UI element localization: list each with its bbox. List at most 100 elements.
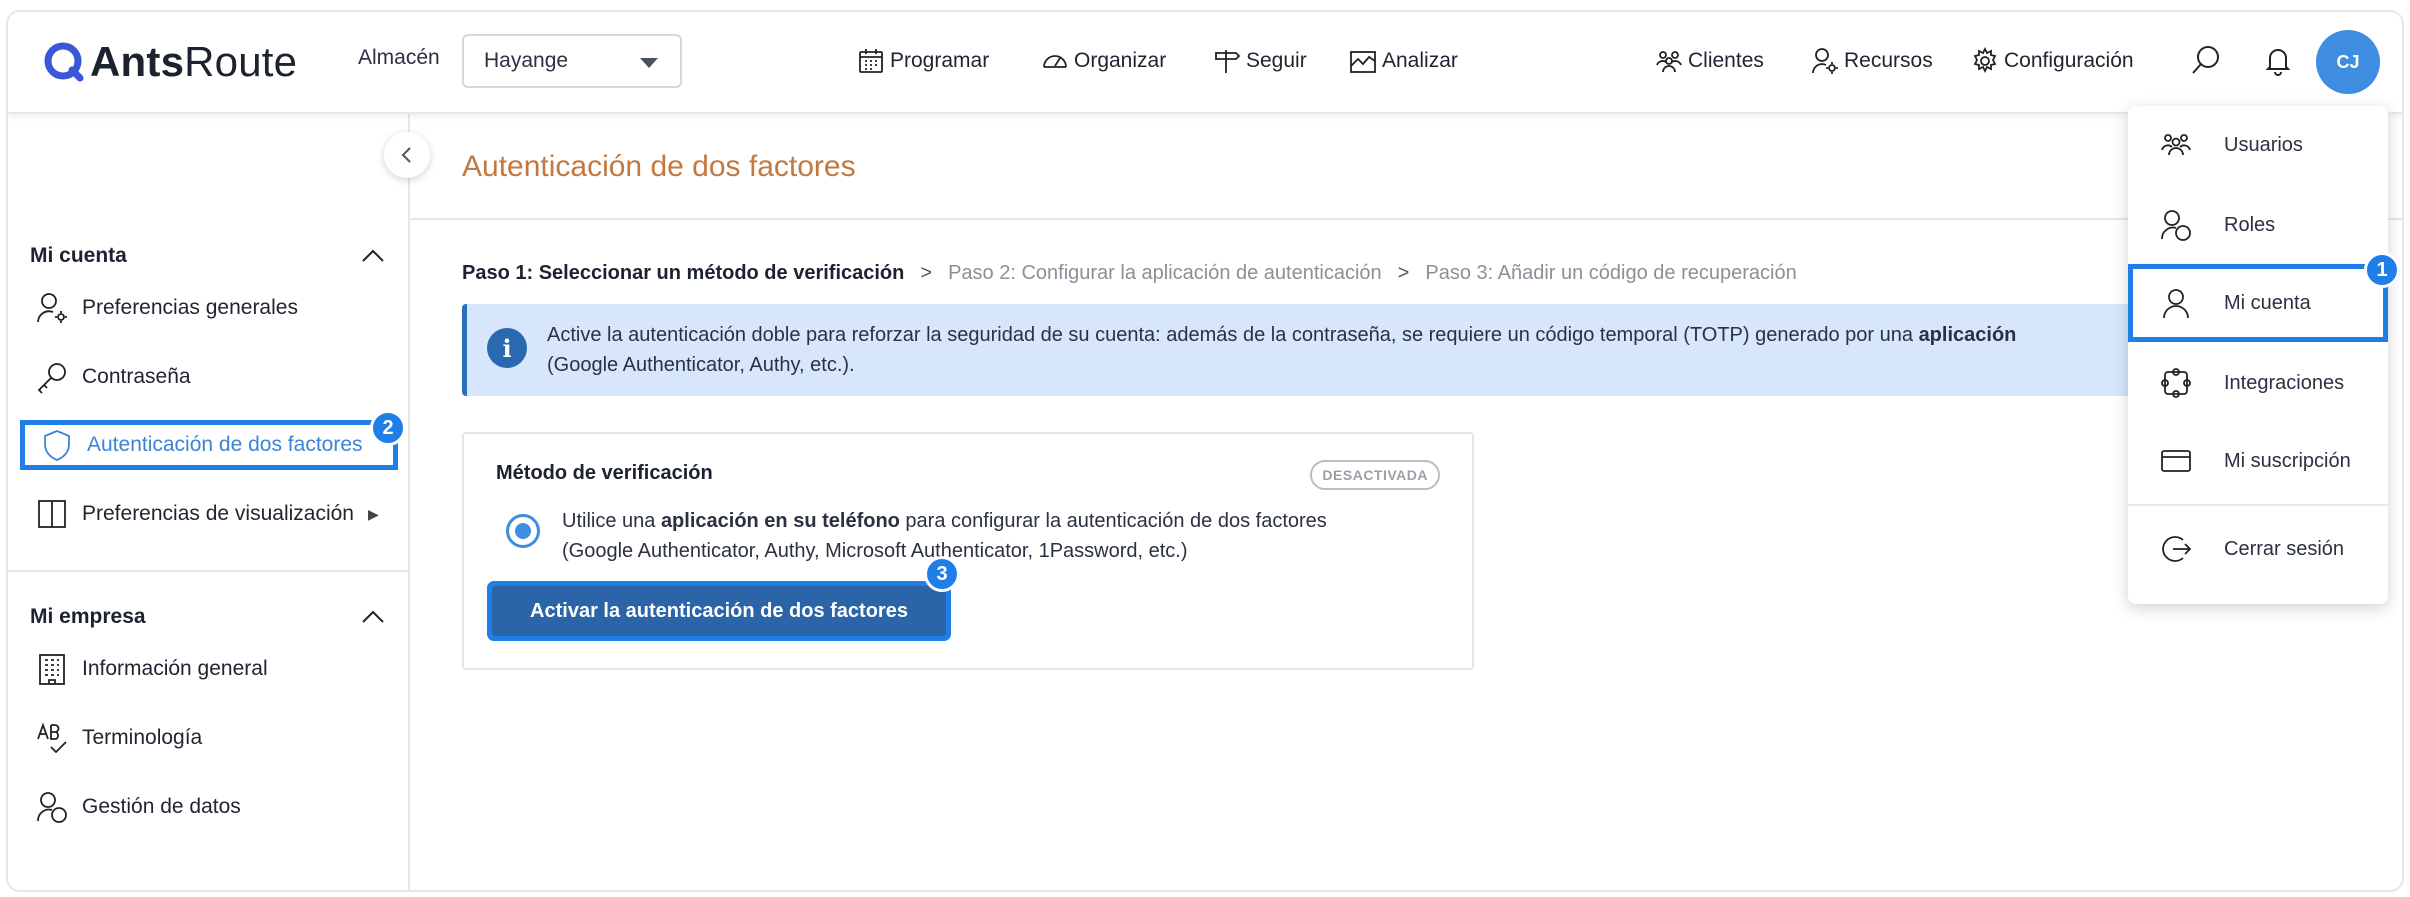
nav-label: Recursos: [1844, 49, 1933, 72]
user-icon: [2156, 283, 2196, 323]
antsroute-logo-icon: [44, 42, 84, 82]
sidebar-item-autenticacion[interactable]: Autenticación de dos factores: [20, 420, 398, 470]
nav-label: Clientes: [1688, 49, 1764, 72]
app-method-radio[interactable]: [506, 514, 540, 548]
menu-item-cerrar-sesion[interactable]: Cerrar sesión: [2128, 510, 2388, 588]
step-3: Paso 3: Añadir un código de recuperación: [1425, 262, 1797, 284]
chevron-down-icon: [640, 58, 658, 68]
chart-icon: [1350, 51, 1376, 73]
breadcrumb-separator: >: [920, 262, 933, 284]
clients-icon: [1656, 51, 1682, 73]
sidebar-item-contrasena[interactable]: Contraseña: [34, 353, 191, 401]
collapse-sidebar-button[interactable]: [384, 132, 430, 178]
sidebar-item-gestion-datos[interactable]: Gestión de datos: [34, 783, 241, 831]
step-badge-1: 1: [2364, 252, 2400, 288]
activate-2fa-button[interactable]: Activar la autenticación de dos factores: [487, 581, 951, 641]
gauge-icon: [1043, 55, 1067, 68]
nav-label: Analizar: [1382, 49, 1458, 72]
chevron-up-icon: [362, 610, 384, 623]
nav-label: Organizar: [1074, 49, 1167, 72]
nav-label: Programar: [890, 49, 990, 72]
nav-configuracion[interactable]: Configuración: [1970, 38, 2134, 84]
user-gear-icon: [1812, 48, 1838, 74]
shield-icon: [39, 427, 75, 463]
store-select[interactable]: Hayange: [462, 34, 682, 88]
nav-programar[interactable]: Programar: [856, 38, 989, 84]
menu-item-integraciones[interactable]: Integraciones: [2128, 344, 2388, 422]
menu-item-label: Cerrar sesión: [2224, 537, 2345, 560]
sidebar-item-label: Preferencias de visualización: [82, 502, 354, 525]
nav-seguir[interactable]: Seguir: [1212, 38, 1307, 84]
step-2: Paso 2: Configurar la aplicación de aute…: [948, 262, 1382, 284]
app-method-label: Utilice una aplicación en su teléfono pa…: [562, 510, 1327, 562]
sidebar-item-informacion-general[interactable]: Información general: [34, 645, 268, 693]
building-icon: [34, 651, 70, 687]
menu-item-label: Mi cuenta: [2224, 291, 2311, 314]
sidebar-item-preferencias-visualizacion[interactable]: Preferencias de visualización ▶: [34, 490, 379, 538]
integrations-icon: [2156, 363, 2196, 403]
step-badge-3: 3: [924, 556, 960, 592]
sidebar-item-label: Preferencias generales: [82, 296, 298, 319]
app-window: AntsRoute Almacén Hayange Programar Orga…: [6, 10, 2404, 892]
sidebar-item-label: Autenticación de dos factores: [87, 433, 363, 456]
caret-right-icon: ▶: [367, 505, 379, 522]
menu-item-roles[interactable]: Roles: [2128, 186, 2388, 264]
section-title: Mi empresa: [30, 605, 146, 628]
nav-clientes[interactable]: Clientes: [1654, 38, 1764, 84]
nav-analizar[interactable]: Analizar: [1348, 38, 1458, 84]
menu-item-usuarios[interactable]: Usuarios: [2128, 106, 2388, 184]
page-title: Autenticación de dos factores: [462, 150, 856, 183]
sidebar-item-label: Terminología: [82, 726, 203, 749]
verification-method-card: Método de verificación DESACTIVADA Utili…: [462, 432, 1474, 670]
key-icon: [34, 359, 70, 395]
sidebar-item-terminologia[interactable]: Terminología: [34, 714, 202, 762]
brand-name: AntsRoute: [90, 38, 298, 85]
store-label: Almacén: [358, 46, 440, 69]
sidebar-item-preferencias-generales[interactable]: Preferencias generales: [34, 284, 298, 332]
nav-label: Seguir: [1246, 49, 1307, 72]
chevron-up-icon: [362, 249, 384, 262]
card-icon: [2156, 441, 2196, 481]
columns-icon: [34, 496, 70, 532]
breadcrumb-separator: >: [1397, 262, 1410, 284]
sidebar-item-label: Información general: [82, 657, 268, 680]
section-mi-cuenta[interactable]: Mi cuenta: [30, 236, 386, 276]
step-badge-2: 2: [370, 410, 406, 446]
search-icon: [2192, 46, 2219, 74]
avatar[interactable]: CJ: [2316, 30, 2380, 94]
nav-recursos[interactable]: Recursos: [1810, 38, 1933, 84]
info-icon: i: [487, 328, 527, 368]
info-banner: i Active la autenticación doble para ref…: [462, 304, 2262, 396]
notifications-button[interactable]: [2258, 40, 2298, 80]
menu-item-label: Usuarios: [2224, 133, 2303, 156]
section-title: Mi cuenta: [30, 244, 127, 267]
settings-dropdown: Usuarios Roles Mi cuenta Integraciones M…: [2128, 106, 2388, 604]
section-mi-empresa[interactable]: Mi empresa: [30, 597, 386, 637]
main-content: Autenticación de dos factores Paso 1: Se…: [410, 114, 2402, 890]
search-button[interactable]: [2186, 40, 2226, 80]
store-select-value: Hayange: [484, 49, 569, 72]
ab-check-icon: [34, 720, 70, 756]
bell-icon: [2265, 49, 2291, 76]
menu-item-mi-suscripcion[interactable]: Mi suscripción: [2128, 422, 2388, 500]
menu-item-label: Roles: [2224, 213, 2276, 236]
step-1[interactable]: Paso 1: Seleccionar un método de verific…: [462, 262, 904, 285]
user-data-icon: [34, 789, 70, 825]
user-gear-icon: [34, 290, 70, 326]
breadcrumb: Paso 1: Seleccionar un método de verific…: [462, 262, 1797, 285]
calendar-icon: [859, 49, 883, 73]
chevron-left-icon: [401, 147, 411, 163]
nav-organizar[interactable]: Organizar: [1040, 38, 1166, 84]
menu-item-label: Integraciones: [2224, 371, 2345, 394]
sidebar-item-label: Contraseña: [82, 365, 191, 388]
section-divider: [8, 570, 408, 572]
menu-divider: [2128, 504, 2388, 506]
top-bar: AntsRoute Almacén Hayange Programar Orga…: [8, 12, 2402, 114]
logout-icon: [2156, 529, 2196, 569]
signpost-icon: [1215, 50, 1241, 73]
info-text: Active la autenticación doble para refor…: [547, 324, 2017, 376]
gear-icon: [1973, 46, 1997, 74]
sidebar: Mi cuenta Preferencias generales Contras…: [8, 114, 410, 890]
logo[interactable]: AntsRoute: [42, 36, 297, 88]
menu-item-mi-cuenta[interactable]: Mi cuenta: [2128, 264, 2388, 342]
